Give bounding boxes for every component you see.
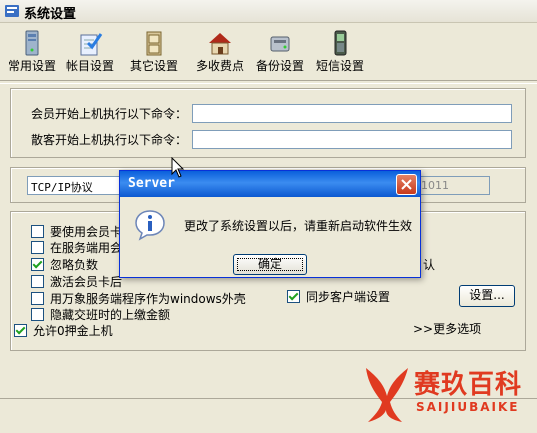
toolbar-backup-settings-button[interactable]: 备份设置 [252, 26, 308, 76]
option-label: 要使用会员卡 [50, 225, 123, 239]
option-label: 忽略负数 [50, 258, 99, 272]
close-icon [401, 179, 412, 190]
fish-tail-logo-icon [366, 368, 408, 422]
checkbox-checked[interactable] [287, 290, 300, 303]
member-command-input[interactable] [192, 104, 512, 123]
option-label: 同步客户端设置 [306, 290, 391, 304]
toolbar-item-label: 备份设置 [255, 59, 304, 73]
toolbar-item-label: 帐目设置 [65, 59, 114, 73]
settings-app-icon [5, 5, 19, 17]
option-server-member[interactable]: 在服务端用会 [31, 239, 122, 255]
watermark-text-en: SAIJIUBAIKE [416, 400, 520, 414]
checkbox[interactable] [31, 275, 44, 288]
checkbox-checked[interactable] [31, 258, 44, 271]
notepad-check-icon [80, 33, 103, 56]
option-label: 用万象服务端程序作为windows外壳 [50, 292, 246, 306]
partial-option-label: 认 [423, 258, 436, 272]
toolbar-sms-settings-button[interactable]: 短信设置 [312, 26, 368, 76]
option-hide-shift-amount[interactable]: 隐藏交班时的上缴金额 [31, 306, 170, 322]
toolbar-multi-fee-points-button[interactable]: 多收费点 [190, 26, 250, 76]
watermark-text-cn: 赛玖百科 [414, 370, 523, 400]
option-label: 隐藏交班时的上缴金额 [50, 308, 171, 322]
mouse-cursor-icon [171, 157, 185, 178]
server-message-dialog: Server 更改了系统设置以后，请重新启动软件生效 确定 [119, 170, 421, 278]
dialog-ok-button[interactable]: 确定 [233, 254, 307, 275]
guest-command-input[interactable] [192, 130, 512, 149]
settings-button[interactable]: 设置... [459, 285, 515, 307]
option-activate-member-card[interactable]: 激活会员卡后 [31, 273, 122, 289]
protocol-select[interactable]: TCP/IP协议 [27, 176, 123, 195]
house-icon [209, 33, 231, 55]
option-require-member-card[interactable]: 要使用会员卡 [31, 223, 122, 239]
dialog-message: 更改了系统设置以后，请重新启动软件生效 [184, 219, 413, 233]
toolbar-account-settings-button[interactable]: 帐目设置 [62, 26, 118, 76]
option-windows-shell[interactable]: 用万象服务端程序作为windows外壳 [31, 290, 246, 306]
option-label: 允许0押金上机 [33, 324, 113, 338]
window-title: 系统设置 [24, 7, 77, 22]
checkbox[interactable] [31, 241, 44, 254]
toolbar-item-label: 常用设置 [7, 59, 56, 73]
more-options-link[interactable]: >>更多选项 [413, 320, 481, 337]
member-command-label: 会员开始上机执行以下命令： [31, 107, 188, 121]
window-titlebar[interactable]: 系统设置 [0, 0, 537, 23]
dialog-titlebar[interactable]: Server [120, 171, 420, 197]
toolbar-divider [0, 80, 537, 84]
guest-command-label: 散客开始上机执行以下命令： [31, 133, 188, 147]
toolbar-item-label: 其它设置 [129, 59, 178, 73]
option-allow-zero-deposit[interactable]: 允许0押金上机 [14, 322, 113, 338]
toolbar: 常用设置 帐目设置 其它设置 多收费点 备份设置 短信设置 [0, 26, 537, 78]
cabinet-icon [146, 31, 162, 56]
toolbar-item-label: 多收费点 [195, 59, 244, 73]
server-tower-icon [25, 30, 39, 56]
disk-drive-icon [270, 36, 290, 52]
dialog-close-button[interactable] [396, 174, 417, 195]
mobile-phone-icon [334, 30, 347, 56]
toolbar-other-settings-button[interactable]: 其它设置 [126, 26, 182, 76]
dialog-title: Server [128, 176, 175, 191]
port-input[interactable]: 1011 [412, 176, 490, 195]
checkbox[interactable] [31, 292, 44, 305]
option-label: 激活会员卡后 [50, 275, 123, 289]
checkbox[interactable] [31, 308, 44, 321]
focus-rect [237, 258, 303, 271]
info-icon [135, 210, 165, 241]
option-label: 在服务端用会 [50, 241, 123, 255]
option-ignore-negative[interactable]: 忽略负数 [31, 256, 98, 272]
checkbox-checked[interactable] [14, 324, 27, 337]
watermark: 赛玖百科 SAIJIUBAIKE [358, 358, 537, 432]
toolbar-item-label: 短信设置 [315, 59, 364, 73]
dialog-body: 更改了系统设置以后，请重新启动软件生效 确定 [120, 197, 420, 277]
option-sync-client[interactable]: 同步客户端设置 [287, 288, 390, 304]
checkbox[interactable] [31, 225, 44, 238]
toolbar-common-settings-button[interactable]: 常用设置 [4, 26, 60, 76]
